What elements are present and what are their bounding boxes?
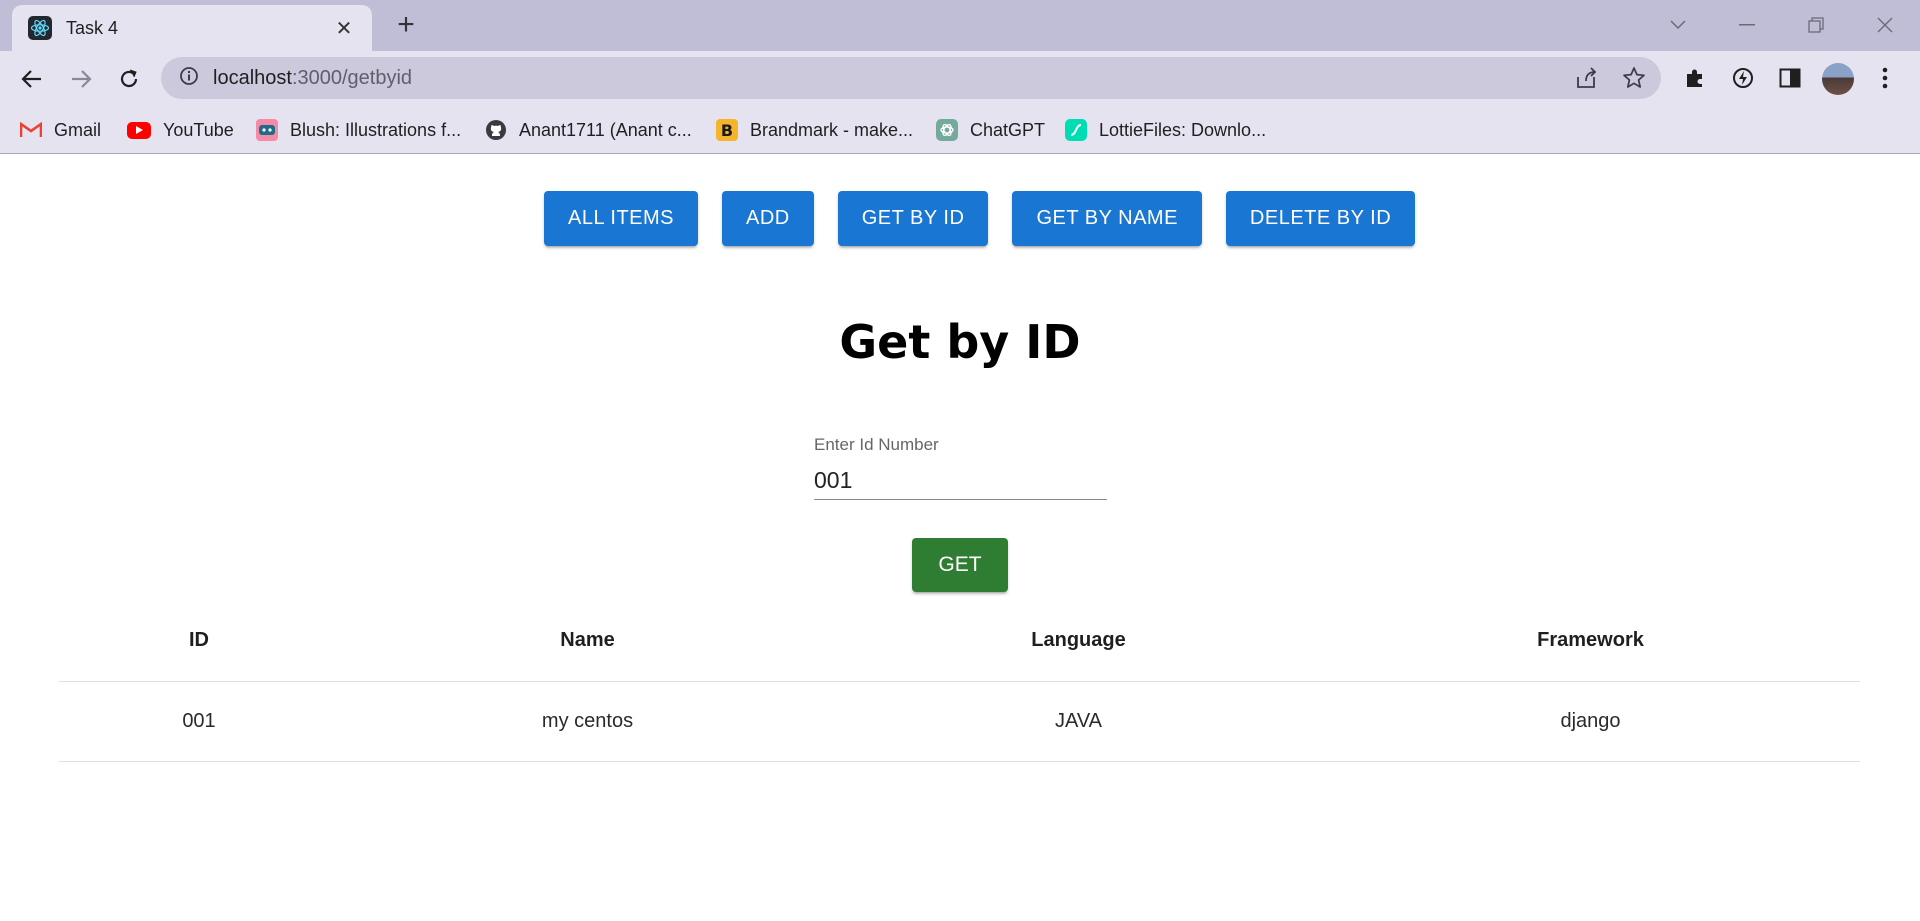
column-header-framework: Framework xyxy=(1321,600,1860,682)
cell-framework: django xyxy=(1321,681,1860,762)
bookmark-label: LottieFiles: Downlo... xyxy=(1099,119,1267,140)
bookmark-label: Gmail xyxy=(54,119,102,140)
url-text: localhost:3000/getbyid xyxy=(213,67,412,90)
share-icon[interactable] xyxy=(1573,66,1599,90)
get-button[interactable]: GET xyxy=(912,538,1008,592)
get-by-name-button[interactable]: GET BY NAME xyxy=(1012,191,1202,246)
bookmark-label: Brandmark - make... xyxy=(750,119,914,140)
bookmark-lottiefiles[interactable]: LottieFiles: Downlo... xyxy=(1065,115,1266,145)
address-bar[interactable]: localhost:3000/getbyid xyxy=(161,57,1661,99)
table-row: 001 my centos JAVA django xyxy=(59,681,1860,762)
new-tab-button[interactable]: + xyxy=(390,10,422,42)
bookmarks-bar: Gmail YouTube Blush: Illustrations f... … xyxy=(0,106,1920,154)
add-button[interactable]: ADD xyxy=(722,191,814,246)
get-by-id-button[interactable]: GET BY ID xyxy=(837,191,989,246)
delete-by-id-button[interactable]: DELETE BY ID xyxy=(1225,191,1416,246)
cell-name: my centos xyxy=(339,681,836,762)
tab-search-icon[interactable] xyxy=(1658,10,1698,40)
menu-icon[interactable] xyxy=(1868,61,1902,95)
chatgpt-icon xyxy=(936,119,958,141)
id-input[interactable] xyxy=(814,465,1107,500)
top-navigation: ALL ITEMS ADD GET BY ID GET BY NAME DELE… xyxy=(544,191,1416,246)
cell-id: 001 xyxy=(59,681,339,762)
performance-icon[interactable] xyxy=(1726,61,1760,95)
close-tab-icon[interactable]: ✕ xyxy=(332,16,356,41)
extensions-icon[interactable] xyxy=(1678,61,1712,95)
bookmark-youtube[interactable]: YouTube xyxy=(127,115,234,145)
blush-icon xyxy=(256,119,278,141)
column-header-name: Name xyxy=(339,600,836,682)
bookmark-label: Blush: Illustrations f... xyxy=(290,119,462,140)
browser-toolbar: localhost:3000/getbyid xyxy=(0,51,1920,106)
reload-icon[interactable] xyxy=(111,62,147,96)
bookmark-brandmark[interactable]: B Brandmark - make... xyxy=(716,115,913,145)
restore-icon[interactable] xyxy=(1796,10,1836,40)
id-field-label: Enter Id Number xyxy=(814,435,939,454)
bookmark-star-icon[interactable] xyxy=(1621,66,1647,90)
bookmark-gmail[interactable]: Gmail xyxy=(20,115,101,145)
table-header-row: ID Name Language Framework xyxy=(59,600,1860,682)
column-header-language: Language xyxy=(836,600,1321,682)
brandmark-icon: B xyxy=(716,119,738,141)
results-table: ID Name Language Framework 001 my centos… xyxy=(59,600,1860,762)
side-panel-icon[interactable] xyxy=(1773,61,1807,95)
bookmark-github[interactable]: Anant1711 (Anant c... xyxy=(485,115,692,145)
id-field: Enter Id Number xyxy=(814,435,1107,500)
url-path: :3000/getbyid xyxy=(291,66,413,89)
tab-title: Task 4 xyxy=(66,17,119,38)
url-host: localhost xyxy=(213,66,292,89)
column-header-id: ID xyxy=(59,600,339,682)
profile-avatar[interactable] xyxy=(1822,63,1854,95)
bookmark-blush[interactable]: Blush: Illustrations f... xyxy=(256,115,461,145)
bookmark-label: ChatGPT xyxy=(970,119,1046,140)
page-title: Get by ID xyxy=(839,315,1081,369)
forward-icon[interactable] xyxy=(63,62,99,96)
react-icon xyxy=(28,16,52,40)
bookmark-label: Anant1711 (Anant c... xyxy=(519,119,692,140)
gmail-icon xyxy=(20,119,42,141)
all-items-button[interactable]: ALL ITEMS xyxy=(544,191,699,246)
bookmark-chatgpt[interactable]: ChatGPT xyxy=(936,115,1045,145)
back-icon[interactable] xyxy=(14,62,50,96)
close-window-icon[interactable] xyxy=(1865,10,1905,40)
lottiefiles-icon xyxy=(1065,119,1087,141)
tab-strip: Task 4 ✕ + xyxy=(0,0,1920,51)
site-info-icon[interactable] xyxy=(179,66,199,91)
minimize-icon[interactable] xyxy=(1727,10,1767,40)
cell-language: JAVA xyxy=(836,681,1321,762)
browser-tab[interactable]: Task 4 ✕ xyxy=(12,5,372,51)
bookmark-label: YouTube xyxy=(163,119,234,140)
youtube-icon xyxy=(127,121,151,139)
page-content: ALL ITEMS ADD GET BY ID GET BY NAME DELE… xyxy=(0,155,1920,921)
github-icon xyxy=(485,119,507,141)
